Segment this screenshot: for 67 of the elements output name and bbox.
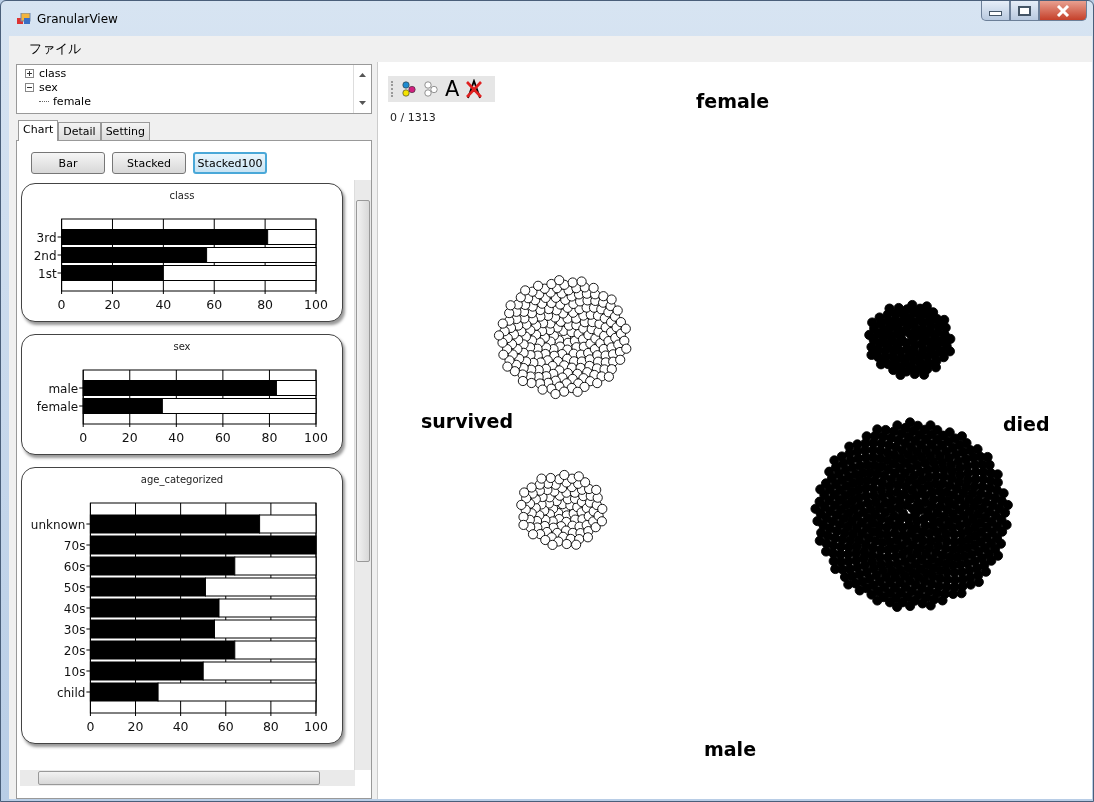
tick-label: 100: [304, 719, 328, 734]
category-label: 3rd: [36, 230, 57, 245]
tree-item[interactable]: class: [38, 66, 68, 80]
close-icon[interactable]: [1056, 4, 1070, 17]
category-label: 20s: [63, 643, 86, 658]
chart-mode-button[interactable]: Bar: [31, 152, 105, 174]
chart-mode-button[interactable]: Stacked100: [193, 152, 267, 174]
maximize-button[interactable]: [1010, 1, 1039, 21]
tick-label: 20: [121, 430, 138, 445]
chart-mode-button[interactable]: Stacked: [112, 152, 186, 174]
category-label: 40s: [63, 601, 86, 616]
category-label: 2nd: [33, 248, 57, 263]
category-label: 50s: [63, 580, 86, 595]
axis-label: male: [704, 738, 757, 760]
scroll-up-icon[interactable]: [359, 73, 366, 77]
crossed-out-icon[interactable]: [465, 79, 484, 99]
empty-dots-icon[interactable]: [423, 81, 439, 97]
tick-label: 0: [86, 719, 95, 734]
window-title: GranularView: [37, 11, 118, 26]
tick-label: 40: [155, 297, 172, 312]
category-label: 70s: [63, 538, 86, 553]
color-dots-icon[interactable]: [401, 81, 417, 97]
tick-label: 60: [214, 430, 231, 445]
category-label: 10s: [63, 664, 86, 679]
tree-item[interactable]: sex: [38, 80, 59, 94]
minimize-button[interactable]: [981, 1, 1010, 21]
category-label: female: [36, 399, 79, 414]
tick-label: 20: [127, 719, 144, 734]
tick-label: 40: [172, 719, 189, 734]
menu-item[interactable]: ファイル: [23, 38, 87, 60]
category-label: male: [48, 381, 79, 396]
axis-label: female: [696, 90, 770, 112]
collapse-icon[interactable]: [25, 82, 34, 92]
category-label: child: [56, 685, 86, 700]
tick-label: 80: [262, 719, 279, 734]
selection-count: 0 / 1313: [390, 111, 436, 124]
category-label: 30s: [63, 622, 86, 637]
tab[interactable]: Chart: [18, 120, 59, 141]
vertical-scrollbar[interactable]: [354, 180, 371, 770]
chart-title: class: [168, 190, 196, 201]
tree-item[interactable]: female: [52, 94, 92, 108]
tab[interactable]: Setting: [100, 122, 151, 140]
category-label: 60s: [63, 559, 86, 574]
expand-icon[interactable]: [25, 68, 34, 78]
tick-label: 20: [104, 297, 121, 312]
tick-label: 100: [304, 430, 328, 445]
category-label: unknown: [30, 517, 86, 532]
tick-label: 100: [304, 297, 328, 312]
tick-label: 60: [206, 297, 223, 312]
grip-icon[interactable]: [391, 81, 395, 97]
axis-label: survived: [421, 410, 514, 432]
tick-label: 80: [261, 430, 278, 445]
tick-label: 0: [57, 297, 66, 312]
app-icon: [17, 12, 31, 25]
axis-label: died: [1003, 413, 1050, 435]
text-tool[interactable]: A: [445, 78, 460, 100]
tick-label: 40: [168, 430, 185, 445]
tick-label: 60: [217, 719, 234, 734]
horizontal-scrollbar[interactable]: [20, 770, 355, 786]
tick-label: 0: [79, 430, 88, 445]
close-button[interactable]: [1039, 1, 1087, 21]
tab[interactable]: Detail: [58, 122, 101, 140]
category-label: 1st: [38, 266, 57, 281]
scroll-down-icon[interactable]: [359, 101, 366, 105]
tick-label: 80: [257, 297, 274, 312]
chart-title: sex: [172, 341, 192, 352]
chart-title: age_categorized: [139, 474, 225, 485]
